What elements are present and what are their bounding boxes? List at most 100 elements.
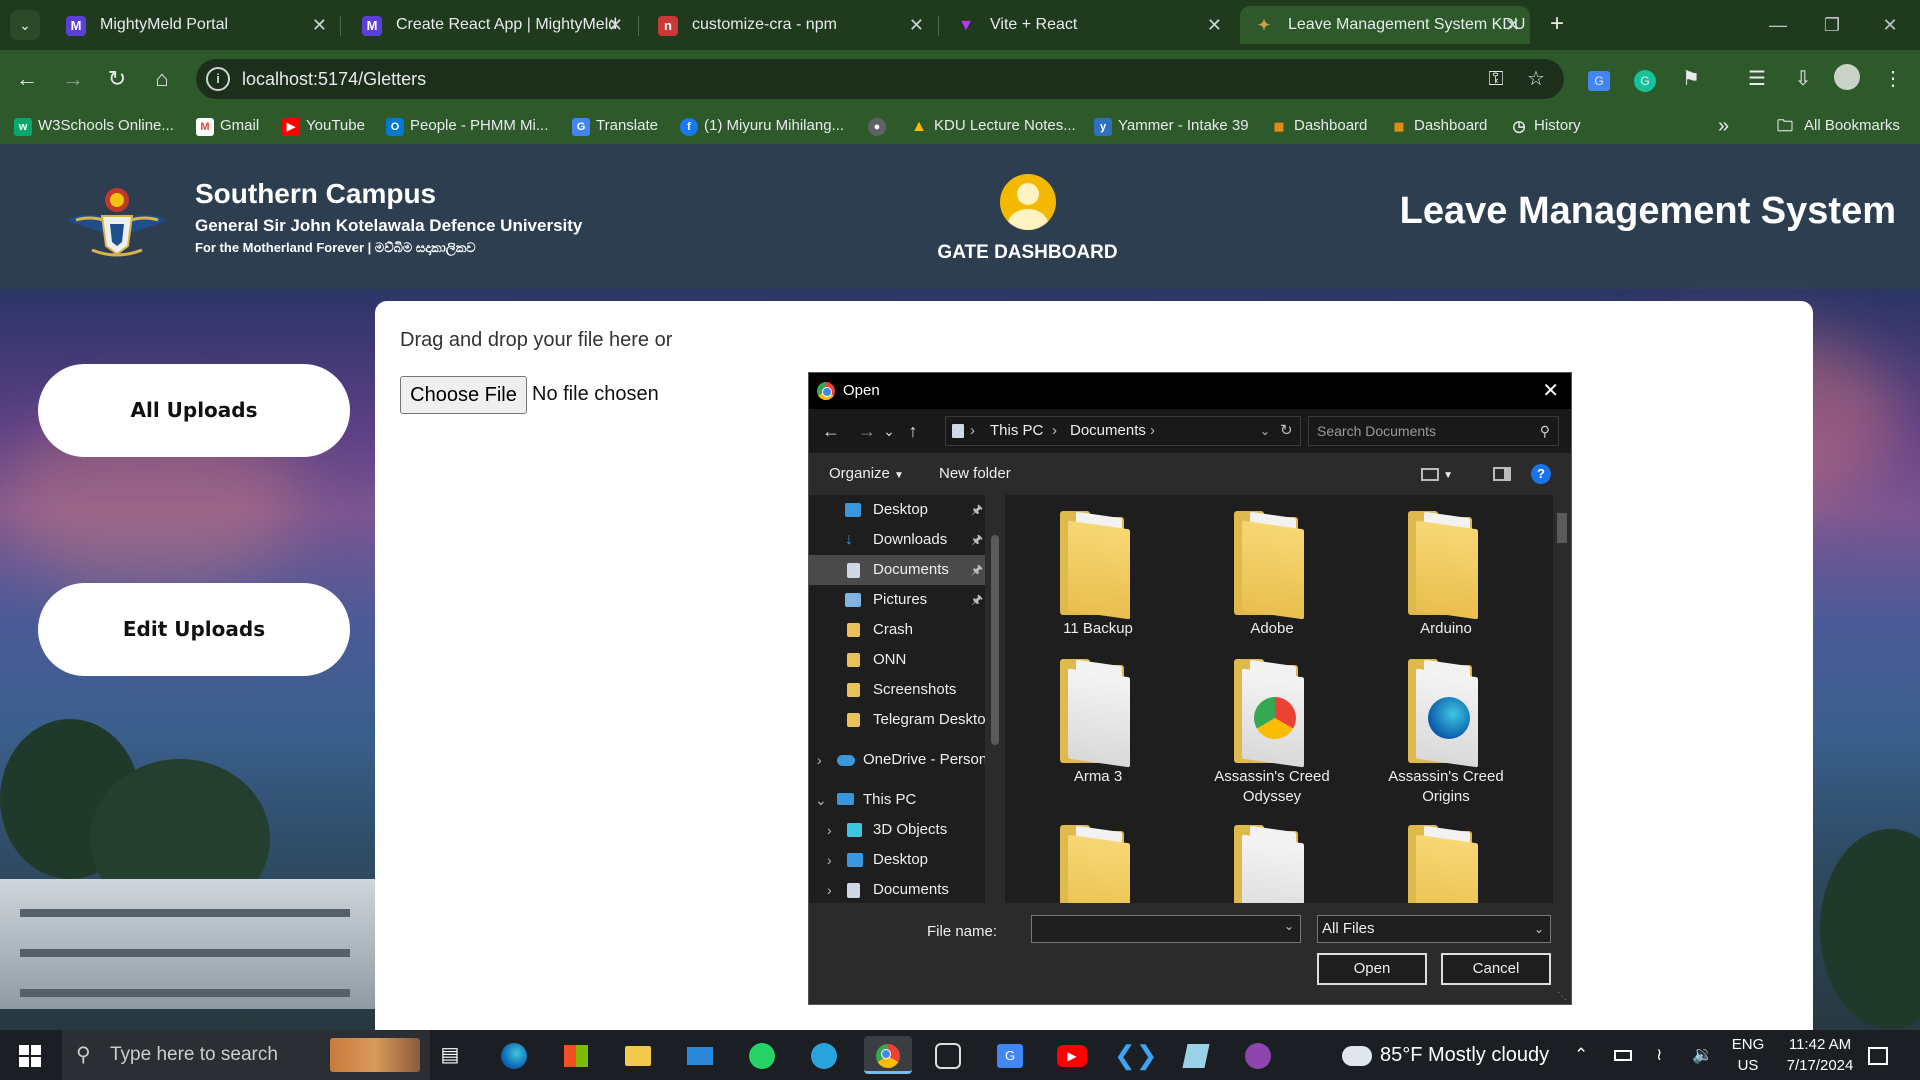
youtube-icon[interactable]: ▶: [1052, 1036, 1092, 1074]
tree-item-3d-objects[interactable]: › 3D Objects: [809, 815, 985, 845]
tree-item-onn[interactable]: ONN: [809, 645, 985, 675]
expand-chevron-icon[interactable]: ›: [827, 845, 832, 875]
bookmark-yammer[interactable]: y Yammer - Intake 39: [1094, 108, 1249, 144]
drop-zone-text[interactable]: Drag and drop your file here or: [400, 329, 672, 352]
chrome-taskbar-icon[interactable]: [864, 1036, 912, 1074]
preview-pane-icon[interactable]: [1493, 453, 1511, 495]
download-icon[interactable]: ⇩: [1788, 64, 1818, 94]
navigation-pane-scrollbar[interactable]: [985, 495, 1005, 903]
profile-avatar[interactable]: [1832, 64, 1862, 94]
github-desktop-icon[interactable]: [1238, 1036, 1278, 1074]
restore-icon[interactable]: ❐: [1810, 8, 1854, 42]
more-bookmarks-chevron-icon[interactable]: »: [1718, 108, 1729, 144]
folder-item-partial[interactable]: [1023, 815, 1173, 903]
back-arrow-icon[interactable]: ←: [10, 62, 44, 96]
tree-item-telegram-desktop[interactable]: Telegram Desktop: [809, 705, 985, 735]
expand-chevron-icon[interactable]: ›: [817, 745, 822, 775]
edit-uploads-button[interactable]: Edit Uploads: [38, 583, 350, 676]
tab-customize-cra[interactable]: n customize-cra - npm ✕: [644, 6, 934, 44]
tree-item-desktop[interactable]: Desktop 🖈: [809, 495, 985, 525]
new-folder-button[interactable]: New folder: [939, 453, 1011, 495]
breadcrumb-this-pc[interactable]: This PC: [990, 417, 1043, 445]
bookmark-translate[interactable]: G Translate: [572, 108, 658, 144]
folder-item-partial[interactable]: [1371, 815, 1521, 903]
folder-item-partial[interactable]: [1197, 815, 1347, 903]
scrollbar-thumb[interactable]: [1557, 513, 1567, 543]
bookmark-dashboard-2[interactable]: ▦ Dashboard: [1390, 108, 1488, 144]
vscode-icon[interactable]: ❮❯: [1114, 1036, 1158, 1074]
browser-menu-icon[interactable]: ⋮: [1878, 64, 1908, 94]
scrollbar-thumb[interactable]: [991, 535, 999, 745]
reload-icon[interactable]: ↻: [100, 62, 134, 96]
tab-mightymeld-portal[interactable]: M MightyMeld Portal ✕: [52, 6, 337, 44]
pin-icon[interactable]: 🖈: [971, 585, 983, 615]
dialog-titlebar[interactable]: Open ✕: [809, 373, 1571, 409]
expand-chevron-icon[interactable]: ›: [827, 815, 832, 845]
tab-leave-management[interactable]: ✦ Leave Management System KDU ✕: [1240, 6, 1530, 44]
bookmark-kdu-lecture-notes[interactable]: ▲ KDU Lecture Notes...: [910, 108, 1076, 144]
tree-item-onedrive[interactable]: › OneDrive - Person: [809, 745, 985, 775]
dialog-close-icon[interactable]: ✕: [1542, 373, 1559, 409]
wifi-icon[interactable]: ≀: [1656, 1030, 1662, 1080]
bookmark-youtube[interactable]: ▶ YouTube: [282, 108, 365, 144]
bookmark-star-icon[interactable]: ☆: [1522, 65, 1550, 93]
edge-browser-icon[interactable]: [494, 1036, 534, 1074]
tab-close-icon[interactable]: ✕: [909, 6, 924, 44]
cancel-button[interactable]: Cancel: [1441, 953, 1551, 985]
organize-menu[interactable]: Organize ▼: [829, 453, 904, 497]
new-tab-plus-icon[interactable]: +: [1542, 10, 1572, 40]
address-dropdown-chevron-icon[interactable]: ⌄: [1260, 417, 1270, 445]
file-type-select[interactable]: All Files ⌄: [1317, 915, 1551, 943]
system-clock[interactable]: 11:42 AM 7/17/2024: [1770, 1034, 1870, 1076]
pin-icon[interactable]: 🖈: [971, 495, 983, 525]
resize-grip-icon[interactable]: ⋱: [1557, 991, 1567, 1002]
bookmark-dashboard-1[interactable]: ▦ Dashboard: [1270, 108, 1368, 144]
expand-chevron-icon[interactable]: ›: [827, 875, 832, 903]
tree-item-pictures[interactable]: Pictures 🖈: [809, 585, 985, 615]
dialog-search-input[interactable]: Search Documents ⚲: [1308, 416, 1559, 446]
tab-vite-react[interactable]: ▼ Vite + React ✕: [942, 6, 1232, 44]
tree-item-downloads[interactable]: ↓ Downloads 🖈: [809, 525, 985, 555]
folder-item-arma-3[interactable]: Arma 3: [1023, 649, 1173, 799]
whatsapp-icon[interactable]: [742, 1036, 782, 1074]
notepad-icon[interactable]: [1176, 1036, 1216, 1074]
bookmark-gmail[interactable]: M Gmail: [196, 108, 259, 144]
tree-item-documents[interactable]: Documents 🖈: [809, 555, 985, 585]
telegram-icon[interactable]: [804, 1036, 844, 1074]
pin-icon[interactable]: 🖈: [971, 555, 983, 585]
minimize-icon[interactable]: —: [1756, 8, 1800, 42]
breadcrumb-documents[interactable]: Documents: [1070, 417, 1146, 445]
tab-search-chevron-icon[interactable]: ⌄: [10, 10, 40, 40]
show-hidden-icons-chevron-icon[interactable]: ⌃: [1574, 1030, 1588, 1080]
bookmark-people[interactable]: O People - PHMM Mi...: [386, 108, 548, 144]
reading-list-icon[interactable]: ☰: [1742, 64, 1772, 94]
bookmark-w3schools[interactable]: w W3Schools Online...: [14, 108, 174, 144]
forward-arrow-icon[interactable]: →: [56, 62, 90, 96]
file-grid-scrollbar[interactable]: [1553, 495, 1571, 903]
close-window-icon[interactable]: ✕: [1868, 8, 1912, 42]
url-text[interactable]: localhost:5174/Gletters: [242, 59, 426, 99]
choose-file-button[interactable]: Choose File: [400, 376, 527, 414]
bookmark-facebook[interactable]: f (1) Miyuru Mihilang...: [680, 108, 844, 144]
file-explorer-icon[interactable]: [618, 1036, 658, 1074]
password-key-icon[interactable]: ⚿: [1482, 65, 1510, 93]
dialog-back-arrow-icon[interactable]: ←: [817, 417, 845, 445]
bookmark-globe[interactable]: ●: [868, 108, 886, 144]
folder-item-11-backup[interactable]: 11 Backup: [1023, 501, 1173, 651]
tree-item-screenshots[interactable]: Screenshots: [809, 675, 985, 705]
taskbar-search-box[interactable]: ⚲ Type here to search: [62, 1030, 430, 1080]
folder-item-assassins-creed-odyssey[interactable]: Assassin's Creed Odyssey: [1197, 649, 1347, 809]
tab-create-react-app[interactable]: M Create React App | MightyMeld ✕: [348, 6, 633, 44]
tree-item-this-pc-desktop[interactable]: › Desktop: [809, 845, 985, 875]
user-avatar-icon[interactable]: [1000, 174, 1056, 230]
bookmark-history[interactable]: ◷ History: [1510, 108, 1580, 144]
dialog-address-bar[interactable]: › This PC › Documents › ⌄ ↻: [945, 416, 1301, 446]
folder-item-arduino[interactable]: Arduino: [1371, 501, 1521, 651]
microsoft-store-icon[interactable]: [556, 1036, 596, 1074]
site-info-icon[interactable]: i: [206, 67, 230, 91]
input-language-indicator[interactable]: ENG US: [1728, 1034, 1768, 1076]
file-name-dropdown-chevron-icon[interactable]: ⌄: [1284, 919, 1294, 933]
file-name-input[interactable]: ⌄: [1031, 915, 1301, 943]
battery-icon[interactable]: [1614, 1030, 1632, 1080]
grammarly-extension-icon[interactable]: G: [1630, 64, 1660, 94]
